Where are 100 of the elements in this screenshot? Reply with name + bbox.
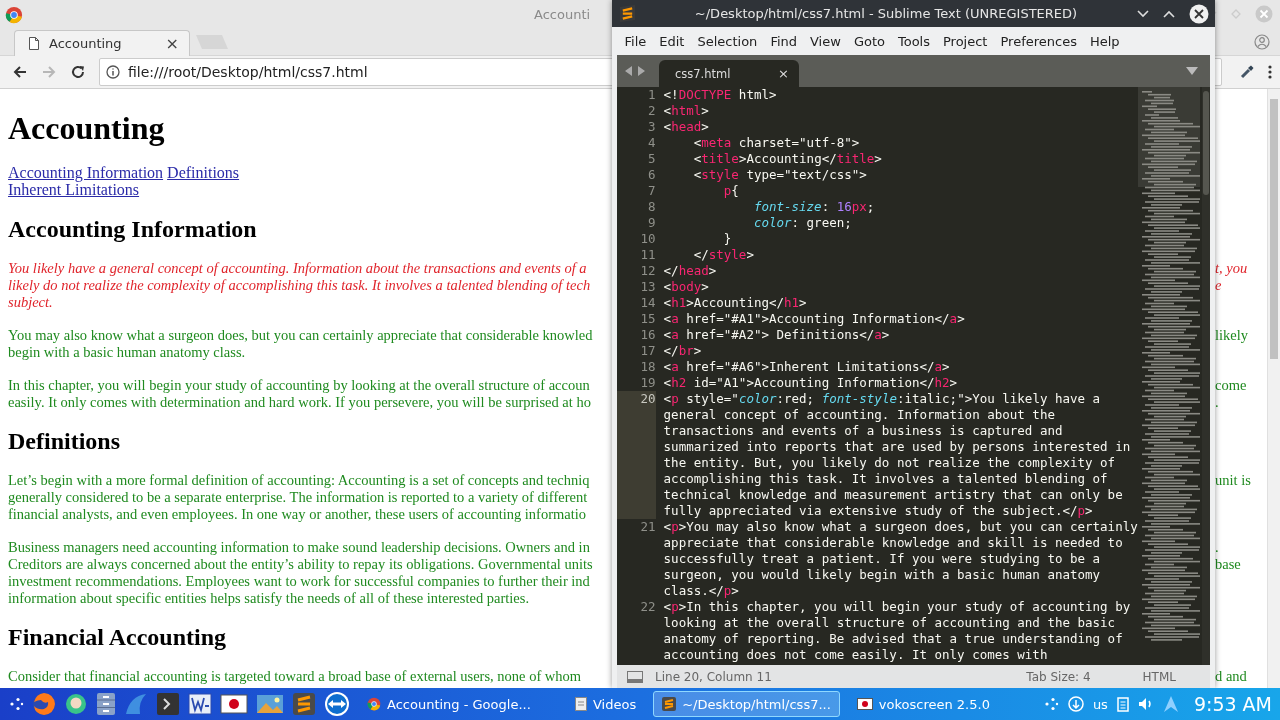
paragraph-line: easily. It only comes with determination and hard work. If you persevere, you will be surprised at ho [8,394,591,411]
paragraph-line: likely do not realize the complexity of accomplishing this task. It involves a talented blending of tech [8,277,591,294]
code-line: looking at the overall structure of accounting and the basic [663,615,1117,631]
code-line: accomplishing this task. It involves a talented blending of [663,471,1109,487]
profile-icon[interactable] [1254,33,1270,50]
taskbar-task[interactable]: vokoscreen 2.5.0 [847,691,999,717]
line-number: 19 [639,375,656,391]
image-viewer-icon[interactable] [256,692,284,716]
tab-scroll-icon[interactable] [625,66,645,76]
scrollbar[interactable] [1201,87,1210,665]
taskbar-task[interactable]: Videos [566,691,646,717]
panel-icon[interactable] [627,670,643,683]
code-line: <meta charset="utf-8"> [692,135,861,151]
paragraph-line: You likely have a general concept of accounting. Information about the transactions and events of a [8,260,587,277]
network-icon[interactable] [1067,696,1084,712]
back-button[interactable] [12,64,28,80]
paragraph-line: come [1215,377,1248,394]
code-line: fully appreciated via extensive study of the subject.</p> [663,503,1094,519]
close-icon[interactable] [1189,3,1209,24]
maximize-icon[interactable] [1163,9,1175,18]
line-number: 5 [647,151,656,167]
monitor-icon[interactable] [188,692,212,716]
clipboard-icon[interactable] [1116,696,1129,712]
dropdown-icon[interactable] [1186,67,1198,75]
code-line: <style type="text/css"> [692,167,868,183]
paragraph-line: subject. [8,294,53,311]
code-line: technical knowledge and measurement artistry that can only be [663,487,1124,503]
page-heading: Definitions [8,427,120,455]
paragraph-line: . [1215,394,1220,411]
menu-item[interactable]: Find [763,33,804,49]
fox-icon[interactable] [32,692,56,716]
line-number: 21 [639,519,656,536]
paragraph-line: t, you [1215,260,1249,277]
editor-tab[interactable]: css7.html × [659,60,799,87]
editor-icon[interactable] [292,692,316,716]
paragraph-line: e [1215,277,1223,294]
paragraph-line: likely [1215,327,1250,344]
flag-icon[interactable] [220,692,248,716]
chrome-logo-icon [5,6,23,24]
page-heading: Accounting Information [8,215,257,243]
menu-item[interactable]: Project [936,33,994,49]
paragraph-line: You may also know what a surgeon does, but you can certainly appreciate that considerable knowled [8,327,593,344]
menu-item[interactable]: Goto [847,33,892,49]
paragraph-line: Creditors are always concerned about the entity’s ability to repay its obligations. Governmental units [8,556,593,573]
paragraph-line: In this chapter, you will begin your study of accounting by looking at the overall structure of accoun [8,377,590,394]
line-number: 14 [639,295,656,311]
app-launcher-icon[interactable] [8,696,24,712]
browser-tab[interactable]: Accounting × [14,30,190,56]
menu-item[interactable]: Help [1083,33,1127,49]
paragraph-line: Let’s begin with a more formal definition of accounting: Accounting is a set of concepts and techniq [8,472,590,489]
page-heading: Financial Accounting [8,623,227,651]
window-title: ~/Desktop/html/css7.html - Sublime Text (UNREGISTERED) [693,6,1079,21]
code-line: successfully treat a patient. If you were studying to be a [663,551,1102,567]
code-line: <body> [663,279,710,295]
code-line: <html> [663,103,710,119]
line-number: 13 [639,279,656,295]
tab-close-button[interactable]: × [778,66,789,81]
menu-item[interactable]: Selection [690,33,764,49]
tab-close-button[interactable]: × [165,34,179,53]
volume-icon[interactable] [1137,696,1154,712]
tab-size-indicator[interactable]: Tab Size: 4 [1026,669,1091,684]
menu-item[interactable]: Edit [652,33,691,49]
code-line: <h2 id="A1">Accounting Information</h2> [663,375,959,391]
menu-icon[interactable] [1268,64,1272,80]
avatar-icon[interactable] [64,692,88,716]
code-line: <!DOCTYPE html> [663,87,778,103]
line-number: 20 [617,391,656,519]
terminal-icon[interactable] [156,692,180,716]
reload-button[interactable] [70,64,86,80]
page-link[interactable]: Inherent Limitations [8,181,140,198]
line-number: 12 [639,263,656,279]
code-line: <h1>Accounting</h1> [663,295,808,311]
code-line: </style> [692,247,755,263]
paragraph-line: financial analysts, and even employees. In one way or another, these users of accounting informatio [8,506,587,523]
paragraph-line: base [1215,556,1242,573]
page-link[interactable]: Definitions [167,164,240,181]
taskbar-task[interactable]: Accounting - Google... [358,691,558,717]
syntax-indicator[interactable]: HTML [1142,669,1176,684]
minimize-icon[interactable] [1137,9,1149,18]
paragraph-line: begin with a basic human anatomy class. [8,344,246,361]
file-cabinet-icon[interactable] [96,692,116,716]
line-number: 4 [647,135,656,151]
eyedropper-icon[interactable] [1239,64,1255,80]
menu-item[interactable]: Tools [891,33,937,49]
arrow-up-icon[interactable] [1162,695,1179,713]
menu-item[interactable]: Preferences [993,33,1084,49]
menu-item[interactable]: View [803,33,848,49]
page-link[interactable]: Accounting Information [8,164,164,181]
chrome-logo-icon [367,697,381,711]
line-number: 18 [639,359,656,375]
remote-icon[interactable] [324,691,350,717]
menu-item[interactable]: File [618,33,653,49]
code-line: p{ [722,183,740,199]
scrollbar[interactable] [1267,89,1280,688]
code-line: </br> [663,343,703,359]
paragraph-line: investment recommendations. Employees want to work for successful companies to further their ind [8,573,590,590]
info-icon [106,65,120,79]
paragraph-line: d and [1215,668,1248,685]
code-line: general concept of accounting. Information about the [663,407,1056,423]
fin-icon[interactable] [124,692,148,716]
